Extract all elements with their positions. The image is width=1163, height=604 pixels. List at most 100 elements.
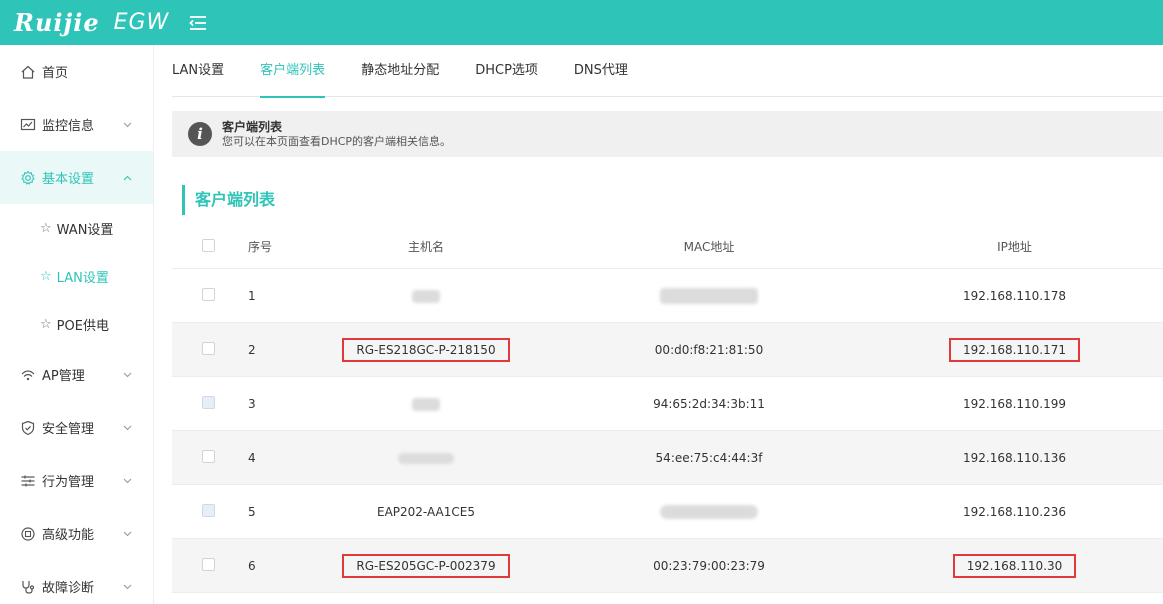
table-row[interactable]: 1 192.168.110.178	[172, 269, 1163, 323]
cell-index: 1	[248, 288, 256, 303]
sidebar-item-label: AP管理	[42, 369, 85, 384]
sidebar-item-label: 故障诊断	[42, 581, 95, 596]
column-header-mac: MAC地址	[683, 240, 735, 254]
info-title: 客户端列表	[222, 119, 283, 134]
row-checkbox[interactable]	[202, 503, 215, 517]
table-row[interactable]: 3 94:65:2d:34:3b:11 192.168.110.199	[172, 377, 1163, 431]
home-icon	[20, 64, 36, 80]
chevron-down-icon	[122, 370, 132, 380]
tab-lan-settings[interactable]: LAN设置	[172, 45, 224, 97]
row-checkbox[interactable]	[202, 341, 215, 355]
chevron-up-icon	[122, 173, 132, 183]
sidebar-item-label: 基本设置	[42, 172, 95, 187]
chevron-down-icon	[122, 423, 132, 433]
table-row[interactable]: 2 RG-ES218GC-P-218150 00:d0:f8:21:81:50 …	[172, 323, 1163, 377]
cell-ip: 192.168.110.236	[962, 504, 1067, 519]
sidebar-item-security[interactable]: 安全管理	[0, 401, 153, 454]
sidebar-item-basic-settings[interactable]: 基本设置	[0, 151, 153, 204]
top-bar: Ruijie EGW	[0, 0, 1163, 45]
sidebar-item-monitor[interactable]: 监控信息	[0, 98, 153, 151]
wifi-icon	[20, 367, 36, 383]
info-description: 您可以在本页面查看DHCP的客户端相关信息。	[222, 134, 452, 148]
cell-index: 2	[248, 342, 256, 357]
star-icon: ☆	[40, 268, 52, 284]
row-checkbox[interactable]	[202, 287, 215, 301]
row-checkbox[interactable]	[202, 395, 215, 409]
redacted-hostname	[412, 289, 440, 303]
sidebar-item-advanced[interactable]: 高级功能	[0, 507, 153, 560]
main-content: LAN设置 客户端列表 静态地址分配 DHCP选项 DNS代理 i 客户端列表 …	[154, 45, 1163, 604]
sidebar-subitem-lan[interactable]: ☆ LAN设置	[0, 252, 153, 300]
chip-icon	[20, 526, 36, 542]
redacted-hostname	[398, 452, 454, 464]
product-name: EGW	[113, 10, 170, 35]
cell-ip: 192.168.110.171	[948, 337, 1081, 362]
sidebar-item-label: 首页	[42, 66, 69, 81]
cell-ip: 192.168.110.136	[962, 450, 1067, 465]
section-title: 客户端列表	[182, 185, 275, 215]
gear-icon	[20, 170, 36, 186]
cell-hostname: EAP202-AA1CE5	[377, 504, 475, 519]
cell-ip: 192.168.110.178	[962, 288, 1067, 303]
cell-mac: 94:65:2d:34:3b:11	[653, 396, 765, 411]
column-header-index: 序号	[248, 240, 273, 254]
sliders-icon	[20, 473, 36, 489]
monitor-chart-icon	[20, 117, 36, 133]
sidebar-subitem-label: POE供电	[56, 318, 109, 334]
cell-mac: 54:ee:75:c4:44:3f	[655, 450, 763, 465]
sidebar-subitem-poe[interactable]: ☆ POE供电	[0, 300, 153, 348]
menu-toggle-icon[interactable]	[187, 12, 209, 34]
client-table: 序号 主机名 MAC地址 IP地址 1 192.168.110.178 2 RG…	[172, 225, 1163, 593]
sidebar-item-label: 监控信息	[42, 119, 95, 134]
cell-index: 3	[248, 396, 256, 411]
cell-index: 4	[248, 450, 256, 465]
info-icon: i	[188, 122, 212, 146]
column-header-hostname: 主机名	[407, 240, 444, 254]
redacted-mac	[660, 504, 758, 519]
sidebar-item-behavior[interactable]: 行为管理	[0, 454, 153, 507]
tab-static-address[interactable]: 静态地址分配	[361, 45, 439, 97]
cell-index: 5	[248, 504, 256, 519]
sidebar-subitem-label: LAN设置	[56, 270, 109, 286]
table-header: 序号 主机名 MAC地址 IP地址	[172, 225, 1163, 269]
sidebar-item-label: 安全管理	[42, 422, 95, 437]
redacted-mac	[660, 287, 758, 304]
info-banner: i 客户端列表 您可以在本页面查看DHCP的客户端相关信息。	[172, 111, 1163, 157]
brand-logo: Ruijie	[14, 8, 100, 37]
table-row[interactable]: 5 EAP202-AA1CE5 192.168.110.236	[172, 485, 1163, 539]
sidebar-item-ap[interactable]: AP管理	[0, 348, 153, 401]
star-icon: ☆	[40, 316, 52, 332]
column-header-ip: IP地址	[997, 240, 1032, 254]
stethoscope-icon	[20, 579, 36, 595]
sidebar-item-label: 行为管理	[42, 475, 95, 490]
table-row[interactable]: 4 54:ee:75:c4:44:3f 192.168.110.136	[172, 431, 1163, 485]
sidebar-subitem-label: WAN设置	[56, 222, 114, 238]
cell-ip: 192.168.110.30	[952, 553, 1077, 578]
cell-hostname: RG-ES218GC-P-218150	[342, 337, 510, 362]
chevron-down-icon	[122, 529, 132, 539]
chevron-down-icon	[122, 582, 132, 592]
sidebar-item-diagnostics[interactable]: 故障诊断	[0, 560, 153, 604]
cell-hostname: RG-ES205GC-P-002379	[342, 553, 510, 578]
cell-index: 6	[248, 558, 256, 573]
cell-ip: 192.168.110.199	[962, 396, 1067, 411]
cell-mac: 00:23:79:00:23:79	[653, 558, 765, 573]
select-all-checkbox[interactable]	[202, 238, 215, 252]
tab-dhcp-options[interactable]: DHCP选项	[475, 45, 538, 97]
chevron-down-icon	[122, 120, 132, 130]
row-checkbox[interactable]	[202, 557, 215, 571]
star-icon: ☆	[40, 220, 52, 236]
shield-icon	[20, 420, 36, 436]
redacted-hostname	[412, 397, 440, 411]
chevron-down-icon	[122, 476, 132, 486]
row-checkbox[interactable]	[202, 449, 215, 463]
tab-bar: LAN设置 客户端列表 静态地址分配 DHCP选项 DNS代理	[172, 45, 1163, 98]
table-row[interactable]: 6 RG-ES205GC-P-002379 00:23:79:00:23:79 …	[172, 539, 1163, 593]
sidebar: 首页 监控信息 基本设置 ☆ WAN设置 ☆ LAN设置 ☆ POE供电 AP管…	[0, 45, 154, 604]
cell-mac: 00:d0:f8:21:81:50	[654, 342, 764, 357]
sidebar-item-label: 高级功能	[42, 528, 95, 543]
sidebar-subitem-wan[interactable]: ☆ WAN设置	[0, 204, 153, 252]
tab-client-list[interactable]: 客户端列表	[260, 45, 326, 98]
tab-dns-proxy[interactable]: DNS代理	[574, 45, 628, 97]
sidebar-item-home[interactable]: 首页	[0, 45, 153, 98]
